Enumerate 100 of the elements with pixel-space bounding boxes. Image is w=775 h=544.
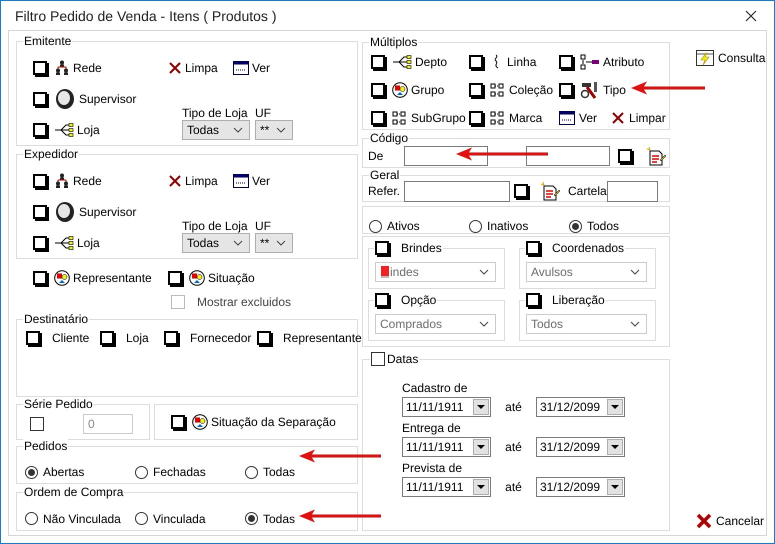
radio-button[interactable] <box>25 466 38 478</box>
checkbox-label[interactable]: Atributo <box>603 55 644 69</box>
date-field[interactable]: 31/12/2099 <box>536 477 625 497</box>
checkbox-label[interactable]: Depto <box>415 55 448 69</box>
checkbox-label[interactable]: Fornecedor <box>190 331 252 345</box>
checkbox-label[interactable]: Tipo <box>603 83 626 97</box>
code-from-field[interactable] <box>404 146 488 166</box>
edit-page-icon <box>540 181 560 201</box>
checkbox[interactable] <box>469 55 483 69</box>
radio-label[interactable]: Todas <box>263 465 296 479</box>
checkbox-label[interactable]: Loja <box>126 331 149 345</box>
dropdown-button[interactable] <box>607 439 623 455</box>
checkbox[interactable] <box>371 352 385 366</box>
checkbox-label[interactable]: Supervisor <box>79 204 136 218</box>
dropdown-button[interactable] <box>473 399 489 415</box>
head-icon <box>54 200 76 222</box>
store-type-dropdown[interactable]: Todas <box>182 233 250 253</box>
checkbox-label[interactable]: Rede <box>73 60 102 74</box>
checkbox[interactable] <box>618 149 632 163</box>
reference-field[interactable] <box>404 180 510 202</box>
checkbox[interactable] <box>33 60 47 74</box>
clear-link[interactable]: Limpar <box>629 111 666 125</box>
date-field[interactable]: 31/12/2099 <box>536 437 625 457</box>
checkbox[interactable] <box>559 83 573 97</box>
radio-label[interactable]: Vinculada <box>153 512 206 526</box>
radio-button[interactable] <box>245 512 258 525</box>
checkbox-label[interactable]: Supervisor <box>79 92 136 106</box>
date-field[interactable]: 11/11/1911 <box>402 437 491 457</box>
radio-button[interactable] <box>135 512 148 525</box>
dropdown-button[interactable] <box>473 439 489 455</box>
code-to-field[interactable] <box>526 146 610 166</box>
field-label: Entrega de <box>402 421 462 435</box>
badge-icon <box>380 265 390 279</box>
cartela-field[interactable] <box>606 180 658 202</box>
radio-label[interactable]: Ativos <box>387 219 420 233</box>
checkbox[interactable] <box>33 204 47 218</box>
checkbox-label[interactable]: Representante <box>73 271 152 285</box>
clear-link[interactable]: Limpa <box>185 60 218 74</box>
checkbox-label[interactable]: Grupo <box>411 83 444 97</box>
state-dropdown[interactable]: ** <box>255 233 293 253</box>
checkbox-label[interactable]: Situação <box>208 271 255 285</box>
view-link[interactable]: Ver <box>252 60 270 74</box>
checkbox-label[interactable]: Linha <box>507 55 536 69</box>
radio-label[interactable]: Não Vinculada <box>43 512 121 526</box>
view-link[interactable]: Ver <box>579 111 598 125</box>
radio-button[interactable] <box>569 220 582 232</box>
dropdown-button[interactable] <box>607 479 623 495</box>
radio-label[interactable]: Inativos <box>487 219 528 233</box>
state-dropdown[interactable]: ** <box>255 120 293 140</box>
checkbox-label[interactable]: Rede <box>73 174 102 188</box>
checkbox[interactable] <box>33 236 47 250</box>
checkbox[interactable] <box>171 415 185 429</box>
cancel-button[interactable]: Cancelar <box>696 513 766 529</box>
store-type-dropdown[interactable]: Todas <box>182 120 250 140</box>
checkbox[interactable] <box>100 331 114 345</box>
radio-label[interactable]: Fechadas <box>153 465 206 479</box>
view-link[interactable]: Ver <box>252 174 270 188</box>
checkbox-label[interactable]: Situação da Separação <box>211 415 336 429</box>
radio-button[interactable] <box>369 220 382 232</box>
checkbox[interactable] <box>33 174 47 188</box>
grid-icon <box>490 83 506 97</box>
checkbox-label[interactable]: Loja <box>77 236 100 250</box>
checkbox-label[interactable]: Representante <box>283 331 362 345</box>
checkbox-label[interactable]: Marca <box>509 111 542 125</box>
radio-label[interactable]: Todos <box>587 219 620 233</box>
radio-button[interactable] <box>135 466 148 478</box>
checkbox[interactable] <box>371 83 385 97</box>
clear-link[interactable]: Limpa <box>185 174 218 188</box>
checkbox[interactable] <box>371 55 385 69</box>
checkbox-label[interactable]: Cliente <box>52 331 90 345</box>
radio-button[interactable] <box>469 220 482 232</box>
radio-label[interactable]: Abertas <box>43 465 84 479</box>
dropdown-button[interactable] <box>473 479 489 495</box>
radio-button[interactable] <box>25 512 38 525</box>
checkbox[interactable] <box>33 122 47 136</box>
checkbox[interactable] <box>26 331 40 345</box>
checkbox-label[interactable]: Datas <box>387 352 418 366</box>
radio-label[interactable]: Todas <box>263 512 296 526</box>
checkbox[interactable] <box>371 111 385 125</box>
people-icon <box>54 60 70 76</box>
checkbox[interactable] <box>164 331 178 345</box>
checkbox[interactable] <box>559 55 573 69</box>
date-field[interactable]: 11/11/1911 <box>402 397 491 417</box>
dropdown-button[interactable] <box>607 399 623 415</box>
checkbox-label[interactable]: SubGrupo <box>411 111 466 125</box>
checkbox[interactable] <box>33 92 47 106</box>
checkbox-label[interactable]: Loja <box>77 122 100 136</box>
radio-button[interactable] <box>245 466 258 478</box>
checkbox[interactable] <box>257 331 271 345</box>
group-title: Geral <box>369 168 400 182</box>
query-button[interactable]: Consulta <box>696 50 766 66</box>
checkbox-label[interactable]: Coleção <box>509 83 554 97</box>
branch-icon <box>54 122 74 136</box>
date-field[interactable]: 31/12/2099 <box>536 397 625 417</box>
checkbox[interactable] <box>469 111 483 125</box>
checkbox[interactable] <box>168 271 182 285</box>
checkbox[interactable] <box>33 271 47 285</box>
checkbox[interactable] <box>469 83 483 97</box>
date-field[interactable]: 11/11/1911 <box>402 477 491 497</box>
checkbox[interactable] <box>514 184 528 198</box>
